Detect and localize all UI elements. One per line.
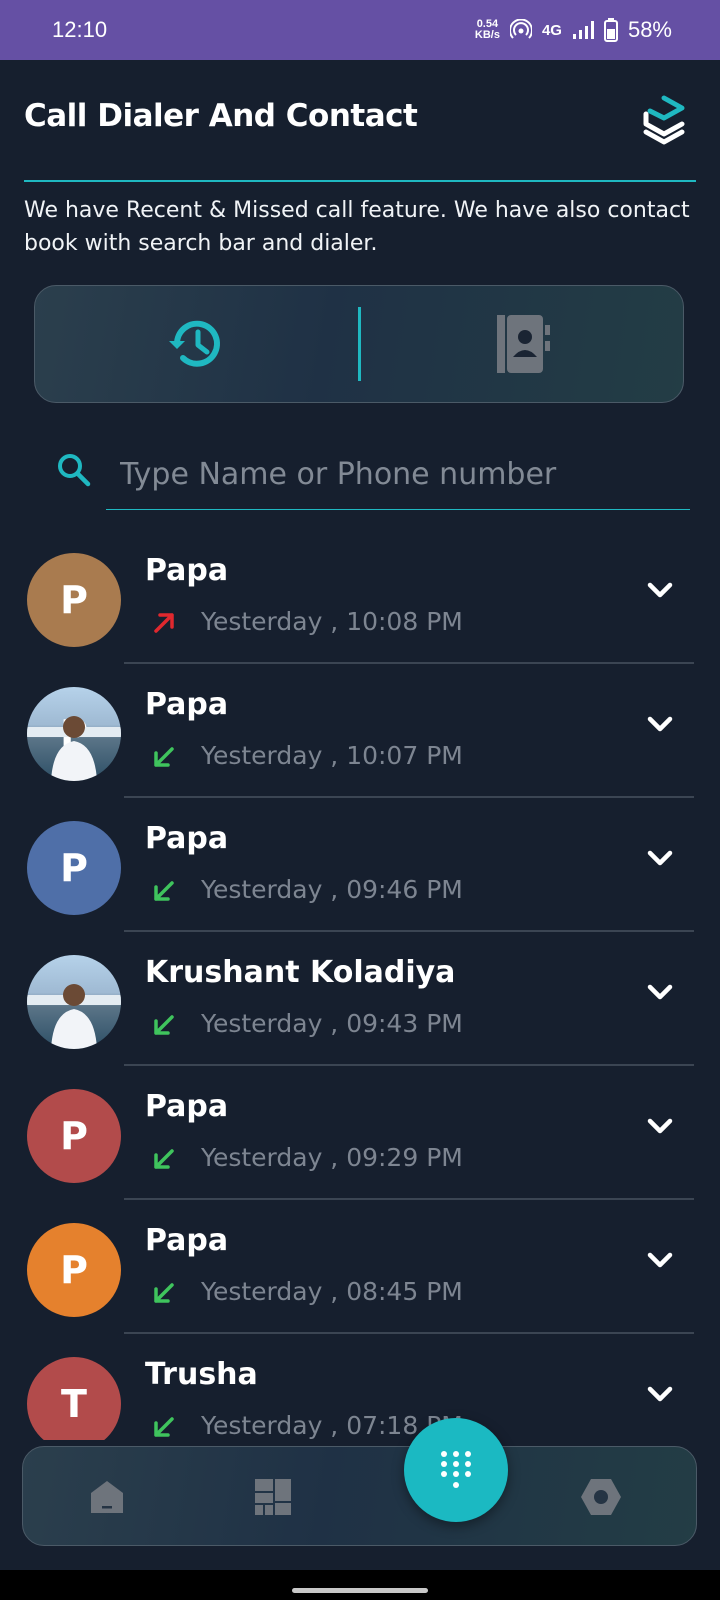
row-divider: [124, 1198, 694, 1200]
network-speed-unit: KB/s: [474, 29, 500, 41]
nav-settings[interactable]: [575, 1471, 627, 1523]
search-icon: [58, 454, 91, 487]
network-speed: 0.54 KB/s: [475, 19, 500, 41]
row-divider: [124, 662, 694, 664]
row-divider: [124, 1064, 694, 1066]
status-time: 12:10: [52, 17, 108, 42]
chevron-down-icon[interactable]: [645, 981, 675, 1005]
outgoing-call-icon: [154, 613, 174, 633]
view-switcher: [34, 285, 684, 403]
home-icon: [91, 1481, 123, 1513]
nav-home[interactable]: [81, 1471, 133, 1523]
call-log-item[interactable]: T Trusha Yesterday , 07:18 PM: [0, 1349, 720, 1440]
call-time: Yesterday , 10:07 PM: [201, 741, 463, 770]
call-time: Yesterday , 08:45 PM: [201, 1277, 463, 1306]
search-input[interactable]: [106, 440, 690, 510]
contact-avatar: P: [27, 1089, 121, 1183]
search-bar: [56, 440, 690, 512]
call-time: Yesterday , 09:29 PM: [201, 1143, 463, 1172]
incoming-call-icon: [154, 1015, 174, 1035]
chevron-down-icon[interactable]: [645, 713, 675, 737]
contact-book-icon: [496, 315, 550, 373]
call-log-item[interactable]: Krushant Koladiya Yesterday , 09:43 PM: [0, 947, 720, 1081]
status-icons: 0.54 KB/s 4G 58%: [475, 17, 672, 43]
network-type: 4G: [541, 21, 562, 39]
incoming-call-icon: [154, 747, 174, 767]
contact-name: Papa: [145, 687, 229, 722]
home-gesture-bar[interactable]: [292, 1588, 428, 1593]
app-title: Call Dialer And Contact: [24, 98, 418, 134]
avatar-initial: P: [60, 1114, 88, 1158]
contact-avatar: P: [27, 553, 121, 647]
call-log-item[interactable]: P Papa Yesterday , 09:46 PM: [0, 813, 720, 947]
app-description: We have Recent & Missed call feature. We…: [24, 198, 690, 256]
avatar-initial: P: [60, 578, 88, 622]
settings-icon: [581, 1479, 621, 1515]
history-icon: [169, 320, 221, 367]
battery-icon: [603, 18, 618, 42]
person-photo-icon: [27, 984, 121, 1049]
gesture-area: [0, 1570, 720, 1600]
recent-calls-list: P Papa Yesterday , 10:08 PM P Papa Yeste…: [0, 545, 720, 1440]
bottom-navigation: [22, 1446, 697, 1546]
call-log-item[interactable]: P Papa Yesterday , 10:07 PM: [0, 679, 720, 813]
incoming-call-icon: [154, 881, 174, 901]
contact-photo: [27, 955, 121, 1049]
status-bar: 12:10 0.54 KB/s 4G 58%: [0, 0, 720, 60]
contact-name: Papa: [145, 1223, 229, 1258]
contact-name: Papa: [145, 821, 229, 856]
avatar-initial: P: [60, 1248, 88, 1292]
avatar-initial: P: [60, 846, 88, 890]
contact-name: Krushant Koladiya: [145, 955, 456, 990]
contact-avatar: T: [27, 1357, 121, 1440]
contact-photo: P: [27, 687, 121, 781]
row-divider: [124, 796, 694, 798]
chevron-down-icon[interactable]: [645, 847, 675, 871]
app-header: Call Dialer And Contact: [24, 94, 696, 182]
dialpad-button[interactable]: [404, 1418, 508, 1522]
recent-calls-tab[interactable]: [35, 286, 358, 402]
row-divider: [124, 930, 694, 932]
person-photo-icon: [27, 716, 121, 781]
nav-dashboard[interactable]: [247, 1471, 299, 1523]
call-time: Yesterday , 09:43 PM: [201, 1009, 463, 1038]
call-time: Yesterday , 10:08 PM: [201, 607, 463, 636]
contacts-tab[interactable]: [361, 286, 684, 402]
incoming-call-icon: [154, 1149, 174, 1169]
avatar-initial: T: [61, 1382, 87, 1426]
chevron-down-icon[interactable]: [645, 1249, 675, 1273]
call-time: Yesterday , 09:46 PM: [201, 875, 463, 904]
dialpad-icon: [441, 1451, 471, 1488]
call-log-item[interactable]: P Papa Yesterday , 08:45 PM: [0, 1215, 720, 1349]
call-log-item[interactable]: P Papa Yesterday , 10:08 PM: [0, 545, 720, 679]
dashboard-icon: [255, 1479, 291, 1515]
contact-name: Papa: [145, 553, 229, 588]
incoming-call-icon: [154, 1417, 174, 1437]
incoming-call-icon: [154, 1283, 174, 1303]
chevron-down-icon[interactable]: [645, 1115, 675, 1139]
contact-name: Papa: [145, 1089, 229, 1124]
contact-name: Trusha: [145, 1357, 258, 1392]
contact-avatar: P: [27, 1223, 121, 1317]
call-log-item[interactable]: P Papa Yesterday , 09:29 PM: [0, 1081, 720, 1215]
signal-icon: [572, 21, 594, 39]
contact-avatar: P: [27, 821, 121, 915]
battery-level: 58%: [627, 17, 672, 42]
chevron-down-icon[interactable]: [645, 579, 675, 603]
hotspot-icon: [509, 19, 532, 39]
app-logo-icon[interactable]: [636, 94, 692, 150]
row-divider: [124, 1332, 694, 1334]
chevron-down-icon[interactable]: [645, 1383, 675, 1407]
